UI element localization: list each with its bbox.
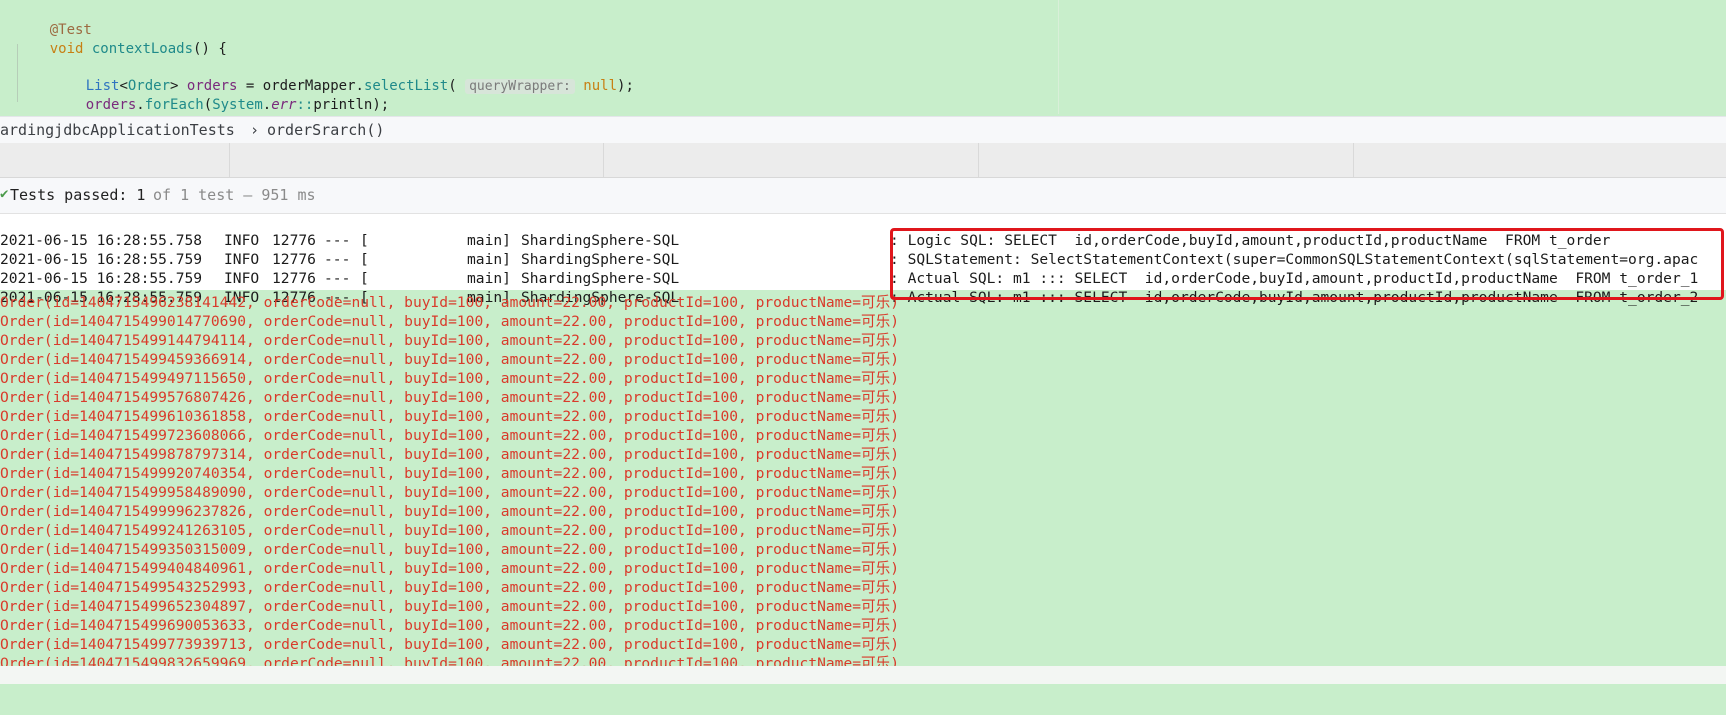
dot: .: [262, 97, 272, 113]
log-pid: 12776: [272, 232, 316, 249]
output-line: Order(id=1404715499543252993, orderCode=…: [0, 579, 900, 596]
code-editor[interactable]: @Test void contextLoads() { List<Order> …: [0, 0, 1726, 114]
log-level: INFO: [224, 232, 260, 249]
log-line: 2021-06-15 16:28:55.759 INFO 12776 ---[main…: [0, 272, 1698, 306]
statement-end: );: [617, 78, 634, 94]
right-margin-guide: [1058, 0, 1059, 114]
toolbar-cell[interactable]: [978, 143, 1354, 177]
log-message: : SQLStatement: SelectStatementContext(s…: [890, 251, 1699, 268]
output-line: Order(id=1404715499958489090, orderCode=…: [0, 484, 900, 501]
parameter-hint: queryWrapper:: [465, 79, 575, 94]
paren-open: (: [203, 97, 213, 113]
output-line: Order(id=1404715499241263105, orderCode=…: [0, 522, 900, 539]
output-line: Order(id=1404715499144794114, orderCode=…: [0, 332, 900, 349]
output-line: Order(id=1404715499350315009, orderCode=…: [0, 541, 900, 558]
output-line: Order(id=1404715499404840961, orderCode=…: [0, 560, 900, 577]
run-toolbar: [0, 143, 1726, 178]
console-output[interactable]: 2021-06-15 16:28:55.758 INFO 12776 ---[main…: [0, 214, 1726, 666]
output-line: Order(id=1404715499497115650, orderCode=…: [0, 370, 900, 387]
console-bottom-strip: [0, 666, 1726, 684]
output-line: Order(id=1404715499878797314, orderCode=…: [0, 446, 900, 463]
log-thread: main]: [467, 270, 511, 287]
breadcrumb-class[interactable]: ardingjdbcApplicationTests: [0, 121, 235, 139]
log-bracket: [: [360, 232, 369, 249]
code-line-5[interactable]: }...: [16, 100, 83, 114]
keyword-void: void: [49, 41, 84, 57]
null-literal: null: [583, 78, 618, 94]
output-line: Order(id=1404715496238141442, orderCode=…: [0, 294, 900, 311]
log-line: 2021-06-15 16:28:55.759 INFO 12776 ---[main…: [0, 253, 1698, 287]
log-thread: main]: [467, 251, 511, 268]
method-ref-operator: ::: [296, 97, 314, 113]
variable-orders: orders: [85, 97, 137, 113]
log-bracket: [: [360, 251, 369, 268]
dot: .: [136, 97, 145, 113]
output-line: Order(id=1404715499723608066, orderCode=…: [0, 427, 900, 444]
log-lines: 2021-06-15 16:28:55.758 INFO 12776 ---[main…: [0, 214, 1726, 306]
breadcrumb-method[interactable]: orderSrarch(): [267, 121, 384, 139]
method-name: contextLoads: [91, 41, 194, 57]
log-line: 2021-06-15 16:28:55.758 INFO 12776 ---[main…: [0, 215, 1610, 249]
output-line: Order(id=1404715499690053633, orderCode=…: [0, 617, 900, 634]
err-field: err: [271, 97, 297, 113]
log-line: 2021-06-15 16:28:55.759 INFO 12776 ---[main…: [0, 234, 1698, 268]
tests-detail: of 1 test – 951 ms: [153, 186, 316, 204]
method-signature-tail: () {: [193, 41, 227, 57]
log-pid: 12776: [272, 251, 316, 268]
log-pid: 12776: [272, 270, 316, 287]
foreach-call: forEach: [144, 97, 204, 113]
log-level: INFO: [224, 251, 260, 268]
paren-open: (: [448, 78, 457, 94]
check-icon: ✔: [0, 186, 9, 202]
toolbar-cell[interactable]: [0, 143, 230, 177]
println-ref: println: [313, 97, 373, 113]
output-line: Order(id=1404715499576807426, orderCode=…: [0, 389, 900, 406]
log-message: : Logic SQL: SELECT id,orderCode,buyId,a…: [890, 232, 1611, 249]
log-logger: ShardingSphere-SQL: [521, 232, 680, 249]
code-line-4[interactable]: orders.forEach(System.err::println);: [52, 81, 390, 114]
log-thread: main]: [467, 232, 511, 249]
log-message: : Actual SQL: m1 ::: SELECT id,orderCode…: [890, 289, 1699, 306]
log-logger: ShardingSphere-SQL: [521, 251, 680, 268]
log-separator: ---: [324, 251, 351, 268]
tests-passed-label: Tests passed: 1: [10, 186, 146, 204]
log-separator: ---: [324, 270, 351, 287]
output-line: Order(id=1404715499832659969, orderCode=…: [0, 655, 900, 666]
log-bracket: [: [360, 270, 369, 287]
log-message: : Actual SQL: m1 ::: SELECT id,orderCode…: [890, 270, 1699, 287]
toolbar-cell[interactable]: [603, 143, 979, 177]
output-line: Order(id=1404715499652304897, orderCode=…: [0, 598, 900, 615]
output-line: Order(id=1404715499920740354, orderCode=…: [0, 465, 900, 482]
output-line: Order(id=1404715499014770690, orderCode=…: [0, 313, 900, 330]
output-line: Order(id=1404715499996237826, orderCode=…: [0, 503, 900, 520]
log-separator: ---: [324, 232, 351, 249]
log-level: INFO: [224, 270, 260, 287]
output-line: Order(id=1404715499459366914, orderCode=…: [0, 351, 900, 368]
log-logger: ShardingSphere-SQL: [521, 270, 680, 287]
breadcrumb-separator: ›: [250, 121, 260, 139]
test-status-bar: ✔ Tests passed: 1 of 1 test – 951 ms: [0, 178, 1726, 214]
statement-end: );: [372, 97, 390, 113]
output-line: Order(id=1404715499773939713, orderCode=…: [0, 636, 900, 653]
breadcrumb: ardingjdbcApplicationTests › orderSrarch…: [0, 116, 1726, 144]
system-class: System: [212, 97, 263, 113]
toolbar-cell[interactable]: [1353, 143, 1726, 177]
toolbar-cell[interactable]: [229, 143, 604, 177]
output-line: Order(id=1404715499610361858, orderCode=…: [0, 408, 900, 425]
